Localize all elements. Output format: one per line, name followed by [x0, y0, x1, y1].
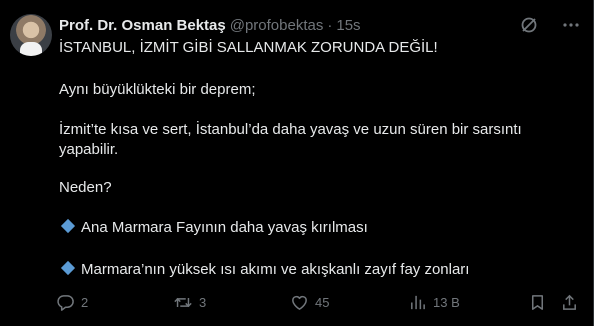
- separator-dot: ·: [327, 16, 333, 34]
- views-count: 13 B: [433, 294, 460, 310]
- reply-count: 2: [81, 294, 89, 310]
- tweet-line-1: İSTANBUL, İZMİT GİBİ SALLANMAK ZORUNDA D…: [59, 39, 438, 56]
- author-handle[interactable]: @profobektas: [230, 17, 324, 34]
- grok-icon[interactable]: [519, 15, 539, 35]
- author-name[interactable]: Prof. Dr. Osman Bektaş: [59, 17, 226, 34]
- retweet-icon: [174, 297, 192, 307]
- tweet-time[interactable]: 15s: [336, 17, 360, 34]
- more-icon[interactable]: [561, 15, 581, 35]
- bullet-text-2: Marmara’nın yüksek ısı akımı ve akışkanl…: [81, 261, 470, 278]
- reply-icon: [57, 294, 74, 311]
- bookmark-icon: [531, 294, 544, 310]
- bullet-item-1: Ana Marmara Fayının daha yavaş kırılması: [59, 218, 368, 238]
- tweet-line-2: Aynı büyüklükteki bir deprem;: [59, 81, 256, 98]
- views-button[interactable]: 13 B: [408, 292, 460, 312]
- bullet-text-1: Ana Marmara Fayının daha yavaş kırılması: [81, 219, 368, 236]
- reply-button[interactable]: 2: [56, 292, 88, 312]
- tweet-card[interactable]: Prof. Dr. Osman Bektaş @profobektas · 15…: [0, 0, 594, 326]
- like-count: 45: [315, 294, 330, 310]
- tweet-line-3: İzmit’te kısa ve sert, İstanbul’da daha …: [59, 121, 522, 138]
- bookmark-button[interactable]: [528, 292, 547, 312]
- like-icon: [292, 295, 307, 310]
- bullet-item-2: Marmara’nın yüksek ısı akımı ve akışkanl…: [59, 260, 469, 280]
- views-icon: [411, 295, 425, 309]
- tweet-header: Prof. Dr. Osman Bektaş @profobektas · 15…: [59, 14, 581, 36]
- blue-diamond-icon: [60, 260, 76, 276]
- retweet-button[interactable]: 3: [173, 292, 206, 312]
- share-button[interactable]: [560, 292, 579, 312]
- share-icon: [563, 294, 576, 310]
- like-button[interactable]: 45: [290, 292, 329, 312]
- tweet-line-4: yapabilir.: [59, 141, 119, 158]
- header-icons: [519, 14, 581, 36]
- tweet-line-5: Neden?: [59, 179, 112, 196]
- blue-diamond-icon: [60, 218, 76, 234]
- retweet-count: 3: [199, 294, 207, 310]
- action-bar: 2 3 45 13 B: [56, 292, 580, 312]
- avatar[interactable]: [10, 14, 52, 56]
